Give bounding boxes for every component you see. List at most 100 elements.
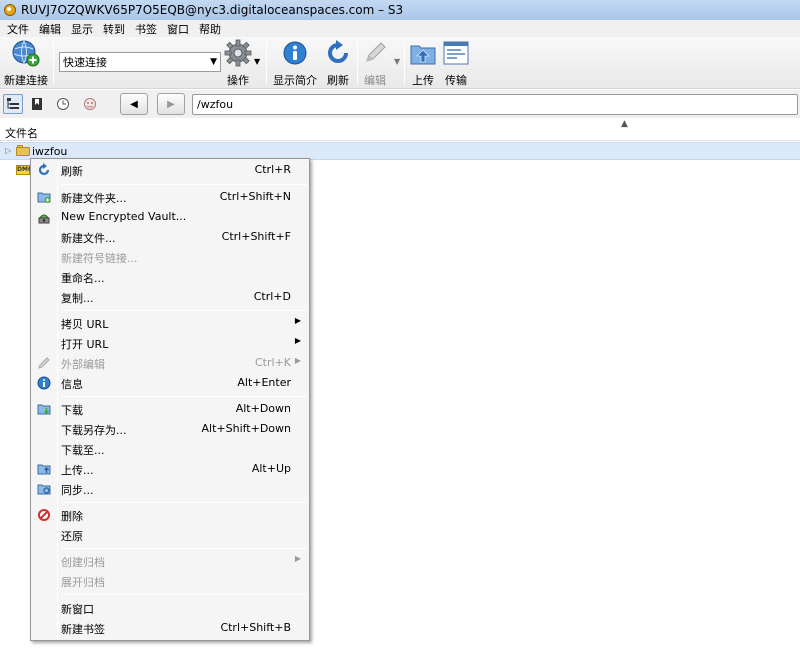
vault-icon (38, 214, 50, 224)
expand-arrow-icon[interactable]: ▷ (5, 146, 11, 155)
back-button[interactable]: ◀ (120, 93, 148, 115)
menu-separator (61, 502, 307, 503)
toolbar-divider (266, 41, 267, 85)
submenu-arrow-icon: ▶ (294, 316, 301, 325)
pencil-icon (366, 42, 386, 62)
quick-connect-select[interactable]: 快速连接 ▼ (59, 52, 221, 72)
edit-dropdown-icon[interactable]: ▼ (394, 57, 400, 66)
menu-item-shortcut: Ctrl+Shift+B (220, 621, 291, 634)
bookmarks-view-button[interactable] (27, 94, 47, 114)
menu-item-label: 下载另存为... (61, 424, 127, 437)
menu-item-download-as[interactable]: 下载另存为... Alt+Shift+Down (33, 419, 307, 439)
transfer-label: 传输 (445, 74, 467, 87)
menu-item-shortcut: Ctrl+Shift+F (221, 230, 291, 243)
menu-item-rename[interactable]: 重命名... (33, 267, 307, 287)
menu-item-shortcut: Ctrl+Shift+N (219, 190, 291, 203)
menu-item-label: 新建书签 (61, 623, 105, 636)
menu-separator (61, 548, 307, 549)
toolbar-divider (53, 41, 54, 85)
menu-item-create-archive[interactable]: 创建归档 ▶ (33, 551, 307, 571)
context-menu: 刷新 Ctrl+R 新建文件夹... Ctrl+Shift+N New Encr… (30, 158, 310, 641)
action-button[interactable]: 操作 (223, 39, 253, 88)
browser-view-button[interactable] (3, 94, 23, 114)
menu-item-label: 删除 (61, 510, 83, 523)
menu-item-new-window[interactable]: 新窗口 (33, 598, 307, 618)
menu-item-label: 下载至... (61, 444, 105, 457)
menu-separator (61, 396, 307, 397)
menu-item-label: 新窗口 (61, 603, 94, 616)
menu-item-open-url[interactable]: 打开 URL ▶ (33, 333, 307, 353)
bonjour-view-button[interactable] (80, 94, 100, 114)
submenu-arrow-icon: ▶ (294, 336, 301, 345)
menu-item-revert[interactable]: 还原 (33, 525, 307, 545)
column-header[interactable]: ▲ 文件名 (0, 119, 800, 141)
menu-item-label: 打开 URL (61, 338, 109, 351)
path-value: /wzfou (197, 98, 234, 111)
new-connection-label: 新建连接 (4, 74, 48, 87)
menu-item-label: 拷贝 URL (61, 318, 109, 331)
menu-item-new-encrypted-vault[interactable]: New Encrypted Vault... (33, 207, 307, 227)
menu-item-label: 重命名... (61, 272, 105, 285)
menu-go[interactable]: 转到 (98, 21, 130, 37)
bonjour-icon (84, 98, 96, 110)
menu-item-download-to[interactable]: 下载至... (33, 439, 307, 459)
upload-label: 上传 (412, 74, 434, 87)
menu-item-new-bookmark[interactable]: 新建书签 Ctrl+Shift+B (33, 618, 307, 638)
gear-icon (224, 39, 252, 67)
menu-view[interactable]: 显示 (66, 21, 98, 37)
file-name: iwzfou (32, 145, 68, 158)
edit-button[interactable]: 编辑 (361, 39, 389, 88)
toolbar-divider (404, 41, 405, 85)
menu-item-refresh[interactable]: 刷新 Ctrl+R (33, 160, 307, 180)
globe-add-icon (12, 40, 40, 67)
menu-edit[interactable]: 编辑 (34, 21, 66, 37)
path-field[interactable]: /wzfou (192, 94, 798, 115)
info-button[interactable]: 显示简介 (271, 39, 319, 88)
menu-item-new-symlink[interactable]: 新建符号链接... (33, 247, 307, 267)
menu-item-upload[interactable]: 上传... Alt+Up (33, 459, 307, 479)
menu-item-duplicate[interactable]: 复制... Ctrl+D (33, 287, 307, 307)
history-view-button[interactable] (53, 94, 73, 114)
menu-item-sync[interactable]: 同步... (33, 479, 307, 499)
menu-item-shortcut: Alt+Down (235, 402, 291, 415)
new-folder-icon (37, 192, 51, 203)
filename-column-header[interactable]: 文件名 (5, 125, 38, 141)
transfer-window-icon (443, 41, 469, 65)
menu-file[interactable]: 文件 (2, 21, 34, 37)
menu-item-expand-archive[interactable]: 展开归档 (33, 571, 307, 591)
delete-icon (38, 509, 50, 521)
title-bar: RUVJ7OZQWKV65P7O5EQB@nyc3.digitaloceansp… (0, 0, 800, 20)
archive-file-icon[interactable]: DMG (16, 165, 33, 175)
menu-window[interactable]: 窗口 (162, 21, 194, 37)
action-label: 操作 (227, 74, 249, 87)
menu-item-shortcut: Ctrl+R (254, 163, 291, 176)
menu-bookmarks[interactable]: 书签 (130, 21, 162, 37)
menu-item-edit-external[interactable]: 外部编辑 Ctrl+K ▶ (33, 353, 307, 373)
pencil-icon (38, 357, 50, 369)
bookmark-icon (32, 98, 42, 110)
tree-view-icon (7, 98, 19, 109)
upload-button[interactable]: 上传 (408, 39, 438, 88)
menu-item-label: 下载 (61, 404, 83, 417)
menu-item-new-folder[interactable]: 新建文件夹... Ctrl+Shift+N (33, 187, 307, 207)
clock-icon (57, 98, 69, 110)
menu-item-delete[interactable]: 删除 (33, 505, 307, 525)
menu-item-label: 信息 (61, 378, 83, 391)
menu-item-info[interactable]: 信息 Alt+Enter (33, 373, 307, 393)
quick-connect-value: 快速连接 (63, 56, 107, 69)
menu-item-label: 创建归档 (61, 556, 105, 569)
menu-help[interactable]: 帮助 (194, 21, 226, 37)
menu-item-new-file[interactable]: 新建文件... Ctrl+Shift+F (33, 227, 307, 247)
menu-item-copy-url[interactable]: 拷贝 URL ▶ (33, 313, 307, 333)
refresh-button[interactable]: 刷新 (322, 39, 354, 88)
menu-item-download[interactable]: 下载 Alt+Down (33, 399, 307, 419)
new-connection-button[interactable]: 新建连接 (3, 39, 49, 88)
forward-button[interactable]: ▶ (157, 93, 185, 115)
transfer-button[interactable]: 传输 (442, 39, 470, 88)
submenu-arrow-icon: ▶ (294, 356, 301, 365)
action-dropdown-icon[interactable]: ▼ (254, 57, 260, 66)
refresh-icon (38, 163, 50, 176)
menu-item-shortcut: Alt+Shift+Down (201, 422, 292, 435)
menu-item-label: 新建符号链接... (61, 252, 138, 265)
menu-item-shortcut: Alt+Up (251, 462, 291, 475)
